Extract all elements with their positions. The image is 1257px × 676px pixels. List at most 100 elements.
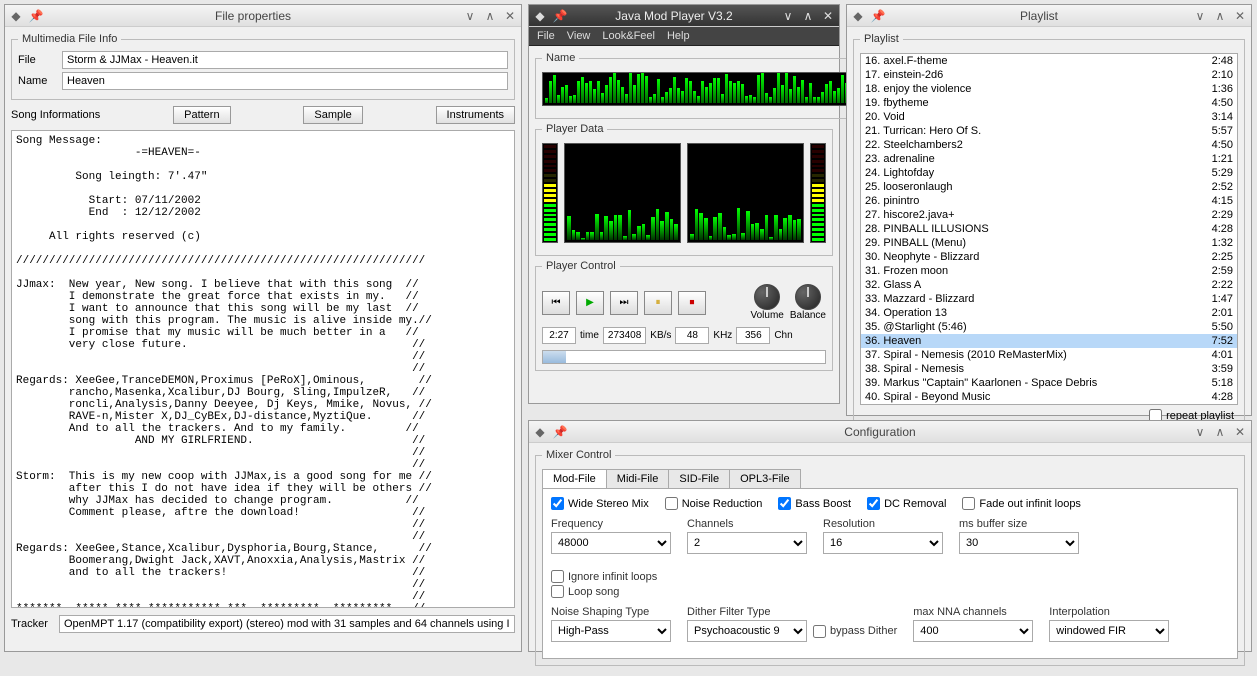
pin-icon[interactable]: 📌	[29, 9, 43, 23]
playlist-item[interactable]: 29. PINBALL (Menu)1:32	[861, 236, 1237, 250]
maximize-icon[interactable]: ∧	[1213, 425, 1227, 439]
instruments-button[interactable]: Instruments	[436, 106, 515, 124]
noise-shaping-select[interactable]: High-Pass	[551, 620, 671, 642]
playlist-item[interactable]: 36. Heaven7:52	[861, 334, 1237, 348]
file-label: File	[18, 54, 58, 66]
bypass-dither-checkbox[interactable]: bypass Dither	[813, 625, 897, 638]
stop-button[interactable]: ⏹	[678, 291, 706, 315]
prev-button[interactable]: ⏮	[542, 291, 570, 315]
playlist-item[interactable]: 22. Steelchambers24:50	[861, 138, 1237, 152]
pin-icon[interactable]: 📌	[871, 9, 885, 23]
dither-type-label: Dither Filter Type	[687, 606, 897, 618]
channels-label: Channels	[687, 518, 807, 530]
resolution-label: Resolution	[823, 518, 943, 530]
interpolation-select[interactable]: windowed FIR	[1049, 620, 1169, 642]
config-titlebar[interactable]: ◆ 📌 Configuration ∨ ∧ ✕	[529, 421, 1251, 443]
minimize-icon[interactable]: ∨	[1193, 9, 1207, 23]
buffer-label: ms buffer size	[959, 518, 1079, 530]
pause-button[interactable]: ⏸	[644, 291, 672, 315]
next-button[interactable]: ⏭	[610, 291, 638, 315]
minimize-icon[interactable]: ∨	[1193, 425, 1207, 439]
playlist-item[interactable]: 25. looseronlaugh2:52	[861, 180, 1237, 194]
playlist-item[interactable]: 17. einstein-2d62:10	[861, 68, 1237, 82]
close-icon[interactable]: ✕	[1233, 425, 1247, 439]
maximize-icon[interactable]: ∧	[483, 9, 497, 23]
resolution-select[interactable]: 16	[823, 532, 943, 554]
playlist-item[interactable]: 18. enjoy the violence1:36	[861, 82, 1237, 96]
menu-lookfeel[interactable]: Look&Feel	[602, 30, 655, 42]
close-icon[interactable]: ✕	[821, 9, 835, 23]
playlist-item[interactable]: 38. Spiral - Nemesis3:59	[861, 362, 1237, 376]
play-button[interactable]: ▶	[576, 291, 604, 315]
window-title: File properties	[49, 9, 457, 23]
pin-icon[interactable]: 📌	[553, 425, 567, 439]
player-titlebar[interactable]: ◆ 📌 Java Mod Player V3.2 ∨ ∧ ✕	[529, 5, 839, 27]
playlist-item[interactable]: 32. Glass A2:22	[861, 278, 1237, 292]
file-properties-titlebar[interactable]: ◆ 📌 File properties ∨ ∧ ✕	[5, 5, 521, 27]
playlist-item[interactable]: 28. PINBALL ILLUSIONS4:28	[861, 222, 1237, 236]
fadeout-loops-checkbox[interactable]: Fade out infinit loops	[962, 497, 1081, 510]
tab-opl3-file[interactable]: OPL3-File	[729, 469, 801, 488]
playlist-item[interactable]: 26. pinintro4:15	[861, 194, 1237, 208]
buffer-select[interactable]: 30	[959, 532, 1079, 554]
vu-right	[810, 143, 826, 243]
playlist-item[interactable]: 35. @Starlight (5:46)5:50	[861, 320, 1237, 334]
app-icon: ◆	[533, 425, 547, 439]
file-input[interactable]	[62, 51, 508, 69]
playlist-item[interactable]: 31. Frozen moon2:59	[861, 264, 1237, 278]
sample-button[interactable]: Sample	[303, 106, 362, 124]
minimize-icon[interactable]: ∨	[463, 9, 477, 23]
maximize-icon[interactable]: ∧	[801, 9, 815, 23]
bass-boost-checkbox[interactable]: Bass Boost	[778, 497, 851, 510]
playlist-item[interactable]: 34. Operation 132:01	[861, 306, 1237, 320]
menu-view[interactable]: View	[567, 30, 591, 42]
playlist-item[interactable]: 27. hiscore2.java+2:29	[861, 208, 1237, 222]
freq-select[interactable]: 48000	[551, 532, 671, 554]
song-message-textarea[interactable]	[11, 130, 515, 608]
playlist-window: ◆ 📌 Playlist ∨ ∧ ✕ Playlist 16. axel.F-t…	[846, 4, 1252, 416]
tab-mod-file[interactable]: Mod-File	[542, 469, 607, 488]
playlist-item[interactable]: 21. Turrican: Hero Of S.5:57	[861, 124, 1237, 138]
loop-song-checkbox[interactable]: Loop song	[551, 585, 691, 598]
close-icon[interactable]: ✕	[503, 9, 517, 23]
nna-select[interactable]: 400	[913, 620, 1033, 642]
channels-select[interactable]: 2	[687, 532, 807, 554]
balance-knob[interactable]	[795, 284, 821, 310]
dither-type-select[interactable]: Psychoacoustic 9	[687, 620, 807, 642]
wide-stereo-checkbox[interactable]: Wide Stereo Mix	[551, 497, 649, 510]
playlist-titlebar[interactable]: ◆ 📌 Playlist ∨ ∧ ✕	[847, 5, 1251, 27]
playlist-item[interactable]: 40. Spiral - Beyond Music4:28	[861, 390, 1237, 404]
volume-knob[interactable]	[754, 284, 780, 310]
dc-removal-checkbox[interactable]: DC Removal	[867, 497, 946, 510]
playlist-item[interactable]: 30. Neophyte - Blizzard2:25	[861, 250, 1237, 264]
pattern-button[interactable]: Pattern	[173, 106, 230, 124]
playlist-list[interactable]: 16. axel.F-theme2:4817. einstein-2d62:10…	[860, 53, 1238, 405]
tracker-input[interactable]	[59, 615, 515, 633]
app-icon: ◆	[851, 9, 865, 23]
maximize-icon[interactable]: ∧	[1213, 9, 1227, 23]
playlist-item[interactable]: 16. axel.F-theme2:48	[861, 54, 1237, 68]
playlist-item[interactable]: 20. Void3:14	[861, 110, 1237, 124]
playlist-item[interactable]: 39. Markus "Captain" Kaarlonen - Space D…	[861, 376, 1237, 390]
playlist-item[interactable]: 19. fbytheme4:50	[861, 96, 1237, 110]
playlist-item[interactable]: 23. adrenaline1:21	[861, 152, 1237, 166]
tab-midi-file[interactable]: Midi-File	[606, 469, 670, 488]
playlist-item[interactable]: 33. Mazzard - Blizzard1:47	[861, 292, 1237, 306]
playerdata-label: Player Data	[542, 123, 607, 135]
menu-help[interactable]: Help	[667, 30, 690, 42]
chn-label: Chn	[774, 330, 792, 341]
menu-file[interactable]: File	[537, 30, 555, 42]
minimize-icon[interactable]: ∨	[781, 9, 795, 23]
playlist-item[interactable]: 24. Lightofday5:29	[861, 166, 1237, 180]
progress-bar[interactable]	[542, 350, 826, 364]
multimedia-legend: Multimedia File Info	[18, 33, 121, 45]
name-input[interactable]	[62, 72, 508, 90]
window-title: Java Mod Player V3.2	[573, 9, 775, 23]
tab-sid-file[interactable]: SID-File	[668, 469, 730, 488]
close-icon[interactable]: ✕	[1233, 9, 1247, 23]
name-section-label: Name	[542, 52, 579, 64]
ignore-loops-checkbox[interactable]: Ignore infinit loops	[551, 570, 691, 583]
noise-reduction-checkbox[interactable]: Noise Reduction	[665, 497, 763, 510]
playlist-item[interactable]: 37. Spiral - Nemesis (2010 ReMasterMix)4…	[861, 348, 1237, 362]
pin-icon[interactable]: 📌	[553, 9, 567, 23]
